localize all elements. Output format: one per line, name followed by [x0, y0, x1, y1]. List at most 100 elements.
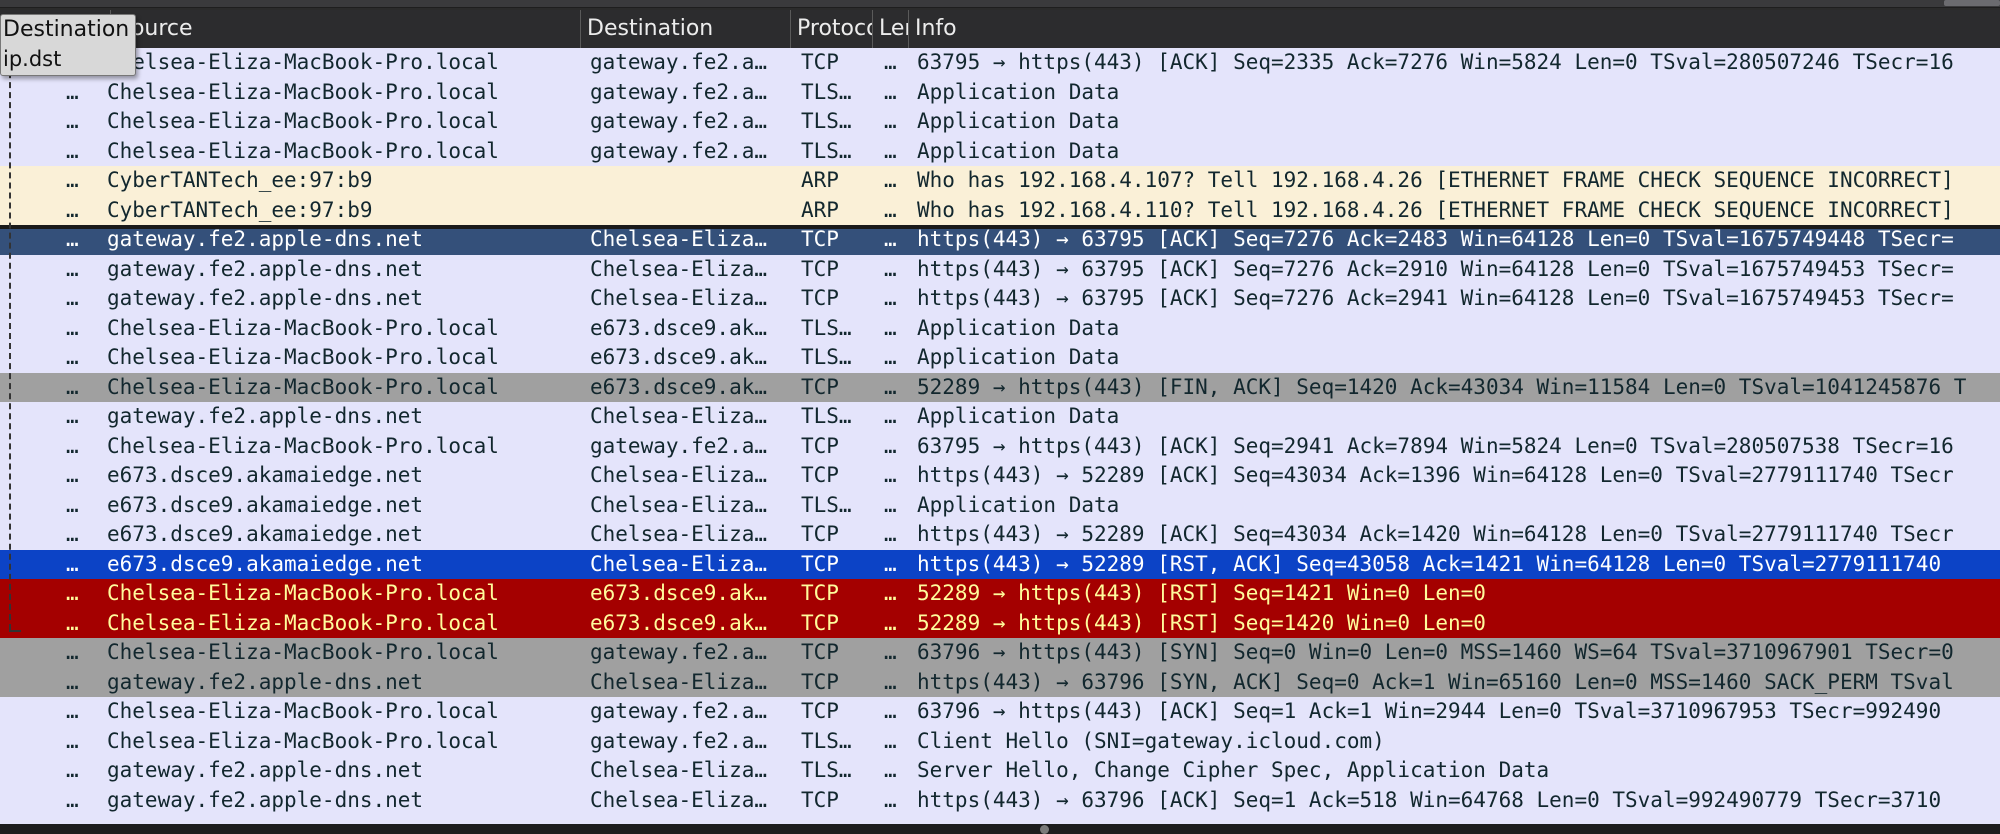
top-scrollbar[interactable] — [0, 0, 2000, 8]
packet-length-cell: … — [884, 256, 897, 281]
packet-info-cell: https(443) → 63795 [ACK] Seq=7276 Ack=29… — [917, 286, 1954, 310]
packet-destination-cell: gateway.fe2.a… — [590, 79, 768, 104]
packet-info-cell: Application Data — [917, 79, 1120, 104]
packet-row[interactable]: … Chelsea-Eliza-MacBook-Pro.local gateway.… — [0, 697, 2000, 727]
packet-number-cell: … — [66, 699, 79, 723]
packet-protocol-cell: TCP — [801, 640, 839, 664]
packet-source-cell: CyberTANTech_ee:97:b9 — [107, 168, 373, 192]
packet-row[interactable]: … gateway.fe2.apple-dns.net Chelsea-Eliza…… — [0, 254, 2000, 284]
packet-list-header: Source Destination Protocol Length Info — [0, 10, 2000, 49]
packet-destination-cell: gateway.fe2.a… — [590, 699, 768, 723]
packet-number-cell: … — [66, 109, 79, 133]
packet-number-cell: … — [66, 433, 79, 458]
packet-row[interactable]: … Chelsea-Eliza-MacBook-Pro.local gateway.… — [0, 107, 2000, 137]
packet-destination-cell: gateway.fe2.a… — [590, 433, 768, 458]
splitter-handle[interactable] — [1040, 825, 1049, 834]
packet-row[interactable]: … gateway.fe2.apple-dns.net Chelsea-Eliza…… — [0, 667, 2000, 697]
column-header-info[interactable]: Info — [908, 10, 2000, 48]
packet-source-cell: e673.dsce9.akamaiedge.net — [107, 463, 424, 487]
packet-row[interactable]: … Chelsea-Eliza-MacBook-Pro.local e673.dsc… — [0, 372, 2000, 402]
packet-length-cell: … — [884, 669, 897, 694]
packet-source-cell: gateway.fe2.apple-dns.net — [107, 787, 424, 812]
packet-source-cell: e673.dsce9.akamaiedge.net — [107, 522, 424, 546]
packet-row[interactable]: … gateway.fe2.apple-dns.net Chelsea-Eliza…… — [0, 756, 2000, 786]
packet-destination-cell: Chelsea-Eliza… — [590, 256, 768, 281]
packet-protocol-cell: TCP — [801, 50, 839, 74]
packet-source-cell: Chelsea-Eliza-MacBook-Pro.local — [107, 315, 499, 340]
packet-row[interactable]: … Chelsea-Eliza-MacBook-Pro.local gateway.… — [0, 726, 2000, 756]
packet-source-cell: gateway.fe2.apple-dns.net — [107, 286, 424, 310]
packet-row[interactable]: … Chelsea-Eliza-MacBook-Pro.local gateway.… — [0, 48, 2000, 78]
packet-protocol-cell: TCP — [801, 669, 839, 694]
packet-list[interactable]: … Chelsea-Eliza-MacBook-Pro.local gateway.… — [0, 48, 2000, 824]
packet-row[interactable]: … Chelsea-Eliza-MacBook-Pro.local gateway.… — [0, 136, 2000, 166]
packet-row[interactable]: … Chelsea-Eliza-MacBook-Pro.local gateway.… — [0, 77, 2000, 107]
packet-destination-cell: gateway.fe2.a… — [590, 640, 768, 664]
packet-row[interactable]: … Chelsea-Eliza-MacBook-Pro.local e673.dsc… — [0, 343, 2000, 373]
packet-source-cell: Chelsea-Eliza-MacBook-Pro.local — [107, 109, 499, 133]
packet-row[interactable]: … gateway.fe2.apple-dns.net Chelsea-Eliza…… — [0, 785, 2000, 815]
packet-destination-cell: Chelsea-Eliza… — [590, 787, 768, 812]
packet-destination-cell: gateway.fe2.a… — [590, 109, 768, 133]
top-scrollbar-thumb[interactable] — [1944, 0, 2000, 6]
packet-protocol-cell: TLS… — [801, 728, 852, 753]
packet-row[interactable]: … CyberTANTech_ee:97:b9 ARP … Who has 192.16… — [0, 195, 2000, 225]
packet-number-cell: … — [66, 787, 79, 812]
packet-info-cell: 52289 → https(443) [RST] Seq=1421 Win=0 … — [917, 581, 1486, 605]
packet-number-cell: … — [66, 138, 79, 163]
packet-number-cell: … — [66, 286, 79, 310]
packet-protocol-cell: TLS… — [801, 315, 852, 340]
packet-row[interactable]: … e673.dsce9.akamaiedge.net Chelsea-Eliza…… — [0, 520, 2000, 550]
packet-info-cell: Application Data — [917, 138, 1120, 163]
packet-destination-cell: gateway.fe2.a… — [590, 138, 768, 163]
packet-info-cell: 63795 → https(443) [ACK] Seq=2941 Ack=78… — [917, 433, 1954, 458]
packet-length-cell: … — [884, 197, 897, 222]
packet-protocol-cell: TLS… — [801, 345, 852, 369]
packet-length-cell: … — [884, 50, 897, 74]
packet-source-cell: Chelsea-Eliza-MacBook-Pro.local — [107, 640, 499, 664]
packet-length-cell: … — [884, 404, 897, 428]
packet-length-cell: … — [884, 345, 897, 369]
packet-info-cell: Application Data — [917, 109, 1120, 133]
packet-row[interactable]: … Chelsea-Eliza-MacBook-Pro.local e673.dsc… — [0, 579, 2000, 609]
column-header-destination[interactable]: Destination — [580, 10, 790, 48]
packet-row[interactable]: … Chelsea-Eliza-MacBook-Pro.local e673.dsc… — [0, 608, 2000, 638]
packet-number-cell: … — [66, 227, 79, 251]
packet-protocol-cell: TCP — [801, 256, 839, 281]
packet-row[interactable]: … Chelsea-Eliza-MacBook-Pro.local gateway.… — [0, 638, 2000, 668]
packet-info-cell: https(443) → 52289 [RST, ACK] Seq=43058 … — [917, 551, 1942, 576]
tooltip-title: Destination — [3, 17, 130, 42]
packet-source-cell: gateway.fe2.apple-dns.net — [107, 404, 424, 428]
packet-protocol-cell: TCP — [801, 463, 839, 487]
packet-protocol-cell: TCP — [801, 699, 839, 723]
packet-source-cell: gateway.fe2.apple-dns.net — [107, 758, 424, 782]
bottom-scrollbar[interactable] — [0, 824, 2000, 834]
packet-protocol-cell: TCP — [801, 787, 839, 812]
packet-info-cell: https(443) → 63795 [ACK] Seq=7276 Ack=24… — [917, 227, 1954, 251]
packet-row[interactable]: … e673.dsce9.akamaiedge.net Chelsea-Eliza…… — [0, 490, 2000, 520]
packet-length-cell: … — [884, 728, 897, 753]
packet-number-cell: … — [66, 610, 79, 635]
packet-destination-cell: Chelsea-Eliza… — [590, 492, 768, 517]
packet-number-cell: … — [66, 345, 79, 369]
packet-length-cell: … — [884, 610, 897, 635]
packet-row[interactable]: … CyberTANTech_ee:97:b9 ARP … Who has 192.16… — [0, 166, 2000, 196]
column-header-source[interactable]: Source — [110, 10, 580, 48]
packet-length-cell: … — [884, 551, 897, 576]
packet-info-cell: Server Hello, Change Cipher Spec, Applic… — [917, 758, 1550, 782]
column-header-length[interactable]: Length — [872, 10, 908, 48]
packet-row[interactable]: … gateway.fe2.apple-dns.net Chelsea-Eliza…… — [0, 225, 2000, 255]
packet-row[interactable]: … Chelsea-Eliza-MacBook-Pro.local gateway.… — [0, 431, 2000, 461]
packet-number-cell: … — [66, 522, 79, 546]
packet-row[interactable]: … e673.dsce9.akamaiedge.net Chelsea-Eliza…… — [0, 461, 2000, 491]
packet-source-cell: Chelsea-Eliza-MacBook-Pro.local — [107, 345, 499, 369]
packet-number-cell: … — [66, 256, 79, 281]
packet-length-cell: … — [884, 79, 897, 104]
packet-length-cell: … — [884, 315, 897, 340]
packet-row[interactable]: … e673.dsce9.akamaiedge.net Chelsea-Eliza…… — [0, 549, 2000, 579]
packet-row[interactable]: … Chelsea-Eliza-MacBook-Pro.local e673.dsc… — [0, 313, 2000, 343]
packet-destination-cell: gateway.fe2.a… — [590, 50, 768, 74]
packet-row[interactable]: … gateway.fe2.apple-dns.net Chelsea-Eliza…… — [0, 402, 2000, 432]
column-header-protocol[interactable]: Protocol — [790, 10, 872, 48]
packet-row[interactable]: … gateway.fe2.apple-dns.net Chelsea-Eliza…… — [0, 284, 2000, 314]
